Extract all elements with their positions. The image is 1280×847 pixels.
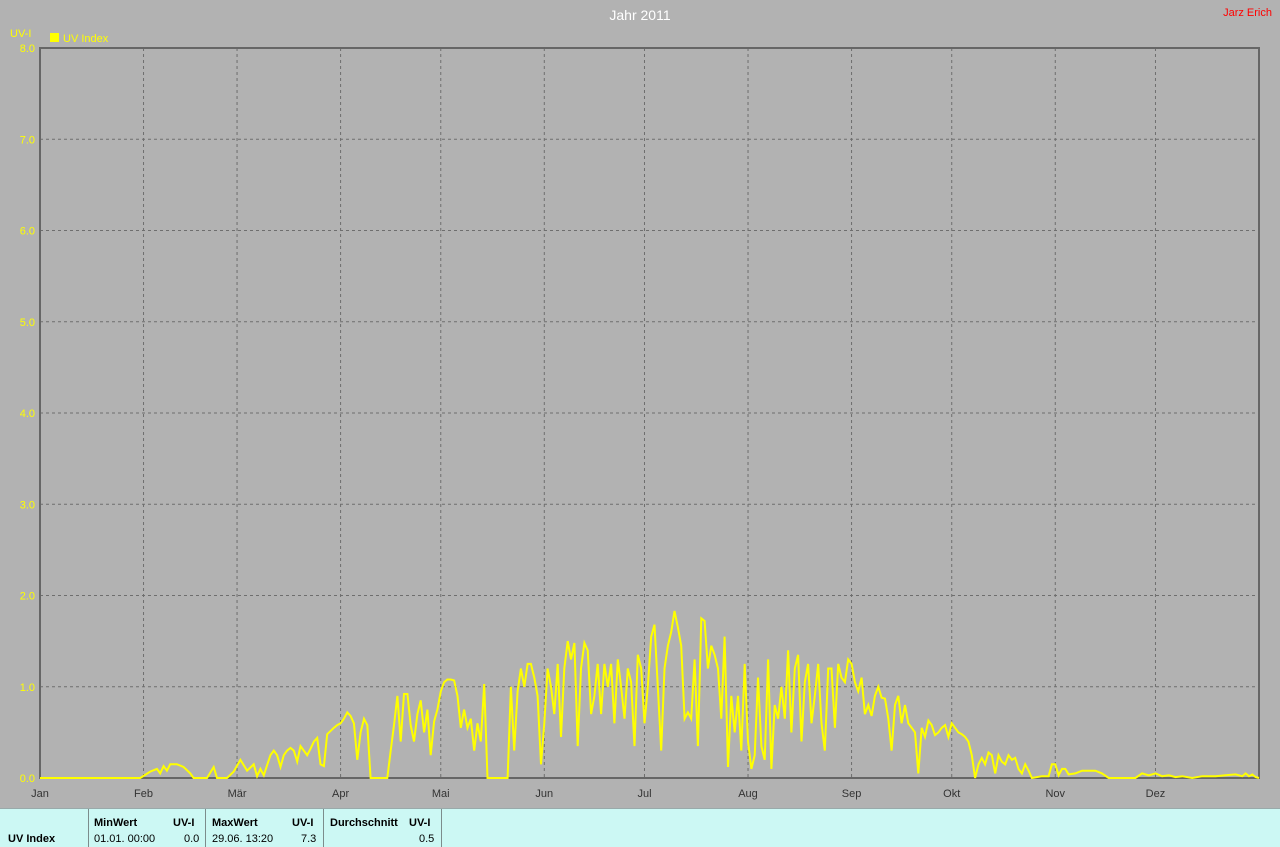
x-tick-label: Dez [1146, 788, 1166, 800]
y-axis-label: UV-I [10, 28, 31, 40]
y-tick-label: 5.0 [20, 317, 35, 329]
min-header: MinWert [94, 817, 138, 829]
x-tick-label: Jan [31, 788, 49, 800]
legend-swatch [50, 33, 59, 42]
x-tick-label: Mai [432, 788, 450, 800]
legend-label: UV Index [63, 33, 109, 45]
min-value: 0.0 [184, 833, 200, 845]
summary-divider [88, 809, 89, 847]
x-tick-label: Okt [943, 788, 960, 800]
y-tick-label: 2.0 [20, 591, 35, 603]
y-tick-label: 7.0 [20, 134, 35, 146]
avg-header: Durchschnitt [330, 817, 398, 829]
y-axis-ticks: 0.0 1.0 2.0 3.0 4.0 5.0 6.0 7.0 8.0 [20, 43, 35, 785]
x-tick-label: Mär [228, 788, 247, 800]
avg-value: 0.5 [419, 833, 435, 845]
x-tick-label: Jul [637, 788, 651, 800]
summary-series-label: UV Index [8, 833, 56, 845]
min-datetime: 01.01. 00:00 [94, 833, 156, 845]
x-tick-label: Nov [1045, 788, 1065, 800]
min-unit: UV-I [173, 817, 195, 829]
y-tick-label: 4.0 [20, 408, 35, 420]
summary-divider [205, 809, 206, 847]
x-tick-label: Jun [535, 788, 553, 800]
x-tick-label: Sep [842, 788, 862, 800]
summary-bar: UV Index MinWert UV-I 01.01. 00:00 0.0 M… [0, 808, 1280, 847]
uv-index-series-line [40, 610, 1260, 780]
y-tick-label: 1.0 [20, 682, 35, 694]
y-tick-label: 6.0 [20, 226, 35, 238]
x-tick-label: Feb [134, 788, 153, 800]
x-axis-ticks: Jan Feb Mär Apr Mai Jun Jul Aug Sep Okt Nov Dez [31, 788, 1165, 800]
max-value: 7.3 [301, 833, 317, 845]
summary-divider [323, 809, 324, 847]
y-tick-label: 3.0 [20, 499, 35, 511]
legend: UV Index [50, 33, 109, 45]
owner-label: Jarz Erich [1223, 7, 1272, 19]
summary-divider [441, 809, 442, 847]
y-tick-label: 8.0 [20, 43, 35, 55]
max-header: MaxWert [212, 817, 258, 829]
uv-index-chart: 0.0 1.0 2.0 3.0 4.0 5.0 6.0 7.0 8.0 Jan Feb Mär Apr… [10, 7, 1272, 800]
chart-title: Jahr 2011 [609, 7, 670, 23]
max-unit: UV-I [292, 817, 314, 829]
max-datetime: 29.06. 13:20 [212, 833, 274, 845]
x-tick-label: Apr [332, 788, 349, 800]
avg-unit: UV-I [409, 817, 431, 829]
y-tick-label: 0.0 [20, 773, 35, 785]
x-tick-label: Aug [738, 788, 758, 800]
